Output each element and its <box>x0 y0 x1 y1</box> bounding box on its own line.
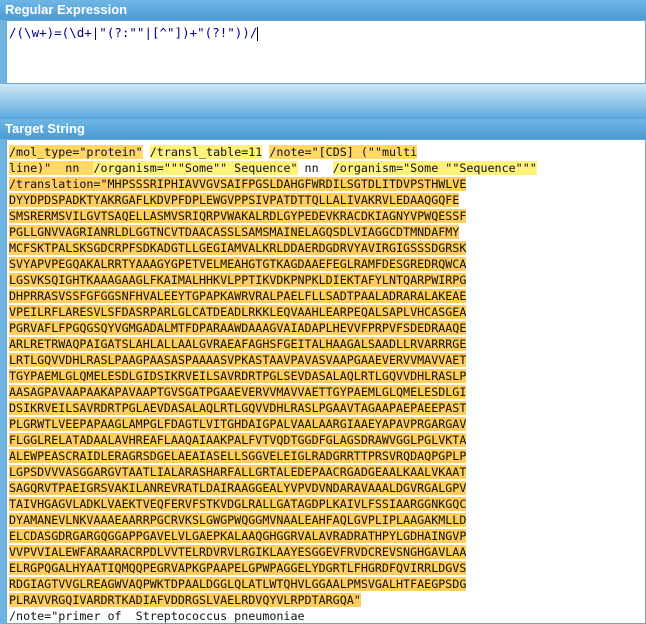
target-line-1: /mol_type="protein" /transl_table=11 /no… <box>9 144 537 160</box>
translation-line: ELCDASGDRGARGQGGAPPGAVELVLGAEPKALAAQGHGG… <box>9 528 537 544</box>
translation-line: LRTLGQVVDHLRASLPAAGPAASASPAAAASVPKASTAAV… <box>9 352 537 368</box>
regex-match-highlight: DHPRRASVSSFGFGGSNFHVALEEYTGPAPKAWRVRALPA… <box>9 289 467 303</box>
target-string-input[interactable]: /mol_type="protein" /transl_table=11 /no… <box>6 139 646 624</box>
regex-pattern-text: /(\w+)=(\d+|"(?:""|[^"])+"(?!"))/ <box>9 25 258 40</box>
target-text-content: /mol_type="protein" /transl_table=11 /no… <box>9 144 537 623</box>
translation-line: DHPRRASVSSFGFGGSNFHVALEEYTGPAPKAWRVRALPA… <box>9 288 537 304</box>
translation-line: VPEILRFLARESVLSFDASRPARLGLCATDEADLRKKLEQ… <box>9 304 537 320</box>
regex-match-highlight: PLGRWTLVEEPAPAAGLAMPGLFDAGTLVITGHDAIGPAL… <box>9 417 467 431</box>
regex-match-highlight: VVPVVIALEWFARAARACRPDLVVTELRDVRVLRGIKLAA… <box>9 545 467 559</box>
translation-line: PGLLGNVVAGRIANRLDLGGTNCVTDAACASSLSAMSMAI… <box>9 224 537 240</box>
regex-section-title: Regular Expression <box>0 0 646 20</box>
regex-match-highlight: SVYAPVPEGQAKALRRTYAAAGYGPETVELMEAHGTGTKA… <box>9 257 467 271</box>
regex-match-highlight: SAGQRVTPAEIGRSVAKILANREVRATLDAIRAAGGEALY… <box>9 481 467 495</box>
translation-line: SMSRERMSVILGVTSAQELLASMVSRIQRPVWAKALRDLG… <box>9 208 537 224</box>
translation-line: LGSVKSQIGHTKAAAGAAGLFKAIMALHHKVLPPTIKVDK… <box>9 272 537 288</box>
regex-match-highlight: /translation="MHPSSSRIPHIAVVGVSAIFPGSLDA… <box>9 177 467 191</box>
regex-match-highlight: TAIVHGAGVLADKLVAEKTVEQFERVFSTKVDGLRALLGA… <box>9 497 467 511</box>
regex-match-highlight: /organism="""Some"" Sequence" <box>93 161 298 175</box>
regex-match-highlight: MCFSKTPALSKSGDCRPFSDKADGTLLGEGIAMVALKRLD… <box>9 241 467 255</box>
translation-line: ARLRETRWAQPAIGATSLAHLALLAALGVRAEAFAGHSFG… <box>9 336 537 352</box>
translation-line: RDGIAGTVVGLREAGWVAQPWKTDPAALDGGLQLATLWTQ… <box>9 576 537 592</box>
regex-match-highlight: ELCDASGDRGARGQGGAPPGAVELVLGAEPKALAAQGHGG… <box>9 529 467 543</box>
translation-line: /translation="MHPSSSRIPHIAVVGVSAIFPGSLDA… <box>9 176 537 192</box>
regex-match-highlight: PLRAVVRGQIVARDRTKADIAFVDDRGSLVAELRDVQYVL… <box>9 593 361 607</box>
translation-line: TAIVHGAGVLADKLVAEKTVEQFERVFSTKVDGLRALLGA… <box>9 496 537 512</box>
text-caret <box>257 26 259 41</box>
translation-line: PLGRWTLVEEPAPAAGLAMPGLFDAGTLVITGHDAIGPAL… <box>9 416 537 432</box>
regex-match-highlight: AASAGPAVAAPAAKAPAVAAPTGVSGATPGAAEVERVVMA… <box>9 385 467 399</box>
translation-line: DYAMANEVLNKVAAAEAARRPGCRVKSLGWGPWQGGMVNA… <box>9 512 537 528</box>
regex-match-highlight: LRTLGQVVDHLRASLPAAGPAASASPAAAASVPKASTAAV… <box>9 353 467 367</box>
regex-match-highlight: LGSVKSQIGHTKAAAGAAGLFKAIMALHHKVLPPTIKVDK… <box>9 273 467 287</box>
regex-match-highlight: /organism="Some ""Sequence""" <box>332 161 537 175</box>
regex-match-highlight: /mol_type="protein" <box>9 145 143 159</box>
target-section-title: Target String <box>0 119 646 139</box>
regex-match-highlight: TGYPAEMLGLQMELESDLGIDSIKRVEILSAVRDRTPGLS… <box>9 369 467 383</box>
translation-line: SVYAPVPEGQAKALRRTYAAAGYGPETVELMEAHGTGTKA… <box>9 256 537 272</box>
regex-match-highlight: DYYDPDSPADKTYAKRGAFLKDVPFDPLEWGVPPSIVPAT… <box>9 193 460 207</box>
regex-match-highlight: SMSRERMSVILGVTSAQELLASMVSRIQRPVWAKALRDLG… <box>9 209 467 223</box>
translation-line: PLRAVVRGQIVARDRTKADIAFVDDRGSLVAELRDVQYVL… <box>9 592 537 608</box>
regex-match-highlight: FLGGLRELATADAALAVHREAFLAAQAIAAKPALFVTVQD… <box>9 433 467 447</box>
translation-line: FLGGLRELATADAALAVHREAFLAAQAIAAKPALFVTVQD… <box>9 432 537 448</box>
translation-line: PGRVAFLFPGQGSQYVGMGADALMTFDPARAAWDAAAGVA… <box>9 320 537 336</box>
translation-line: DYYDPDSPADKTYAKRGAFLKDVPFDPLEWGVPPSIVPAT… <box>9 192 537 208</box>
regex-match-highlight: RDGIAGTVVGLREAGWVAQPWKTDPAALDGGLQLATLWTQ… <box>9 577 467 591</box>
translation-line: ELRGPQGALHYAATIQMQQPEGRVAPKGPAAPELGPWPAG… <box>9 560 537 576</box>
regex-match-highlight: /note="[CDS] (""multi <box>269 145 418 159</box>
translation-line: DSIKRVEILSAVRDRTPGLAEVDASALAQLRTLGQVVDHL… <box>9 400 537 416</box>
section-divider <box>0 84 646 119</box>
unmatched-text: nn <box>297 161 333 175</box>
regex-match-highlight: DYAMANEVLNKVAAAEAARRPGCRVKSLGWGPWQGGMVNA… <box>9 513 467 527</box>
target-line-2: line)" nn /organism="""Some"" Sequence" … <box>9 160 537 176</box>
translation-line: VVPVVIALEWFARAARACRPDLVVTELRDVRVLRGIKLAA… <box>9 544 537 560</box>
translation-line: SAGQRVTPAEIGRSVAKILANREVRATLDAIRAAGGEALY… <box>9 480 537 496</box>
regex-match-highlight: /transl_table=11 <box>149 145 263 159</box>
regex-match-highlight: VPEILRFLARESVLSFDASRPARLGLCATDEADLRKKLEQ… <box>9 305 467 319</box>
regex-match-highlight: ARLRETRWAQPAIGATSLAHLALLAALGVRAEAFAGHSFG… <box>9 337 467 351</box>
regex-tester-window: Regular Expression /(\w+)=(\d+|"(?:""|[^… <box>0 0 646 624</box>
regex-match-highlight: ALEWPEASCRAIDLERAGRSDGELAEAIASELLSGGVELE… <box>9 449 467 463</box>
translation-line: AASAGPAVAAPAAKAPAVAAPTGVSGATPGAAEVERVVMA… <box>9 384 537 400</box>
translation-line: ALEWPEASCRAIDLERAGRSDGELAEAIASELLSGGVELE… <box>9 448 537 464</box>
regex-input[interactable]: /(\w+)=(\d+|"(?:""|[^"])+"(?!"))/ <box>6 20 646 84</box>
translation-line: TGYPAEMLGLQMELESDLGIDSIKRVEILSAVRDRTPGLS… <box>9 368 537 384</box>
regex-match-highlight: DSIKRVEILSAVRDRTPGLAEVDASALAQLRTLGQVVDHL… <box>9 401 467 415</box>
regex-match-highlight: PGRVAFLFPGQGSQYVGMGADALMTFDPARAAWDAAAGVA… <box>9 321 467 335</box>
unmatched-text <box>142 145 150 159</box>
regex-match-highlight: line)" nn <box>9 161 94 175</box>
regex-match-highlight: PGLLGNVVAGRIANRLDLGGTNCVTDAACASSLSAMSMAI… <box>9 225 460 239</box>
regex-match-highlight: LGPSDVVVASGGARGVTAATLIALARASHARFALLGRTAL… <box>9 465 467 479</box>
translation-line: LGPSDVVVASGGARGVTAATLIALARASHARFALLGRTAL… <box>9 464 537 480</box>
regex-match-highlight: ELRGPQGALHYAATIQMQQPEGRVAPKGPAAPELGPWPAG… <box>9 561 467 575</box>
translation-line: MCFSKTPALSKSGDCRPFSDKADGTLLGEGIAMVALKRLD… <box>9 240 537 256</box>
target-last-line: /note="primer of Streptococcus pneumonia… <box>9 609 305 623</box>
